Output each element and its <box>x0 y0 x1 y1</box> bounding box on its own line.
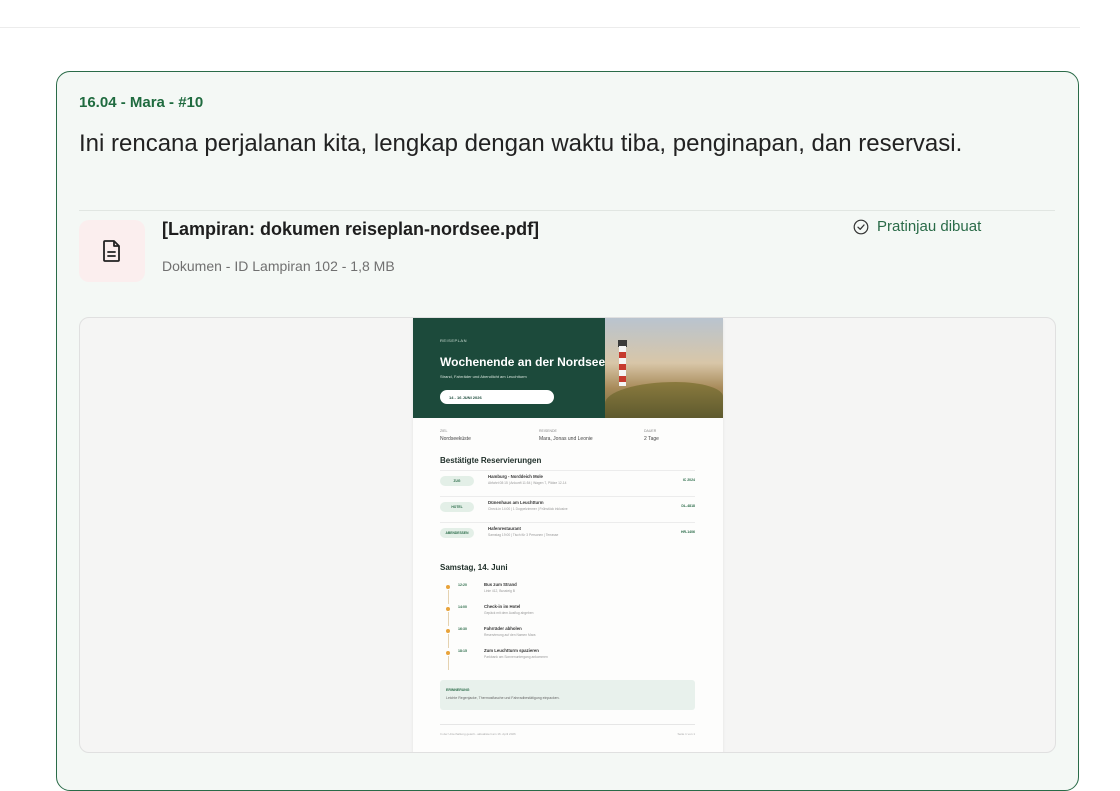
reservation-badge: ABENDESSEN <box>440 528 474 538</box>
doc-footer-divider <box>440 724 695 725</box>
document-preview[interactable]: REISEPLAN Wochenende an der Nordsee Stra… <box>79 317 1056 753</box>
reservation-row: ZUG Hamburg - Norddeich Mole Abfahrt 08:… <box>440 470 695 491</box>
timeline-line <box>447 612 449 626</box>
lighthouse-photo <box>605 318 723 418</box>
message-text: Ini rencana perjalanan kita, lengkap den… <box>79 130 963 157</box>
message-card[interactable]: 16.04 - Mara - #10 Ini rencana perjalana… <box>56 71 1079 791</box>
timeline-detail: Parkbank am Sonnenuntergang ankommen <box>484 655 548 659</box>
message-divider <box>79 210 1055 211</box>
timeline-title: Check-in im Hotel <box>484 604 521 609</box>
reservations-heading: Bestätigte Reservierungen <box>440 456 542 465</box>
attachment-subtitle: Dokumen - ID Lampiran 102 - 1,8 MB <box>162 258 395 274</box>
doc-footer-left: In der Unterhaltung geteilt - aktualisie… <box>440 732 516 736</box>
fact-label: ZIEL <box>440 429 448 433</box>
doc-title: Wochenende an der Nordsee <box>440 355 606 369</box>
timeline-item: 18:15 Zum Leuchtturm spazieren Parkbank … <box>440 648 695 670</box>
doc-footer-page: Seite 1 von 1 <box>677 732 695 736</box>
document-icon[interactable] <box>79 220 145 282</box>
doc-tag: REISEPLAN <box>440 338 467 343</box>
timeline-detail: Linie 412, Bussteig B <box>484 589 515 593</box>
fact-value: Nordseeküste <box>440 436 471 442</box>
reservation-code: HR-1406 <box>680 530 695 534</box>
timeline-dot <box>446 585 450 589</box>
reservation-detail: Check-in 14:00 | 1 Doppelzimmer | Frühst… <box>488 507 568 511</box>
timeline-title: Fahrräder abholen <box>484 626 522 631</box>
timeline-time: 16:30 <box>458 627 467 631</box>
timeline-line <box>447 590 449 604</box>
reservation-badge: HOTEL <box>440 502 474 512</box>
timeline-line <box>447 634 449 648</box>
doc-date-pill: 14 - 16 JUNI 2026 <box>440 390 554 404</box>
timeline-item: 14:00 Check-in im Hotel Gepäck mit dem A… <box>440 604 695 626</box>
timeline-dot <box>446 651 450 655</box>
timeline-time: 14:00 <box>458 605 467 609</box>
reservation-row: ABENDESSEN Hafenrestaurant Samstag 19:00… <box>440 522 695 543</box>
reminder-title: ERINNERUNG <box>446 688 470 692</box>
reminder-box: ERINNERUNG Leichte Regenjacke, Thermosfl… <box>440 680 695 710</box>
reservation-detail: Samstag 19:00 | Tisch für 3 Personen | T… <box>488 533 559 537</box>
timeline-time: 12:20 <box>458 583 467 587</box>
reservation-row: HOTEL Dünenhaus am Leuchtturm Check-in 1… <box>440 496 695 517</box>
lighthouse-tower <box>619 346 626 386</box>
timeline-line <box>447 656 449 670</box>
timeline-detail: Gepäck mit dem Ausflug abgeben <box>484 611 534 615</box>
dune-grass <box>605 382 723 418</box>
timeline-dot <box>446 629 450 633</box>
reminder-text: Leichte Regenjacke, Thermosflasche und F… <box>446 696 560 700</box>
timeline-item: 16:30 Fahrräder abholen Reservierung auf… <box>440 626 695 648</box>
timeline-title: Bus zum Strand <box>484 582 517 587</box>
document-file-icon <box>103 240 120 262</box>
message-meta: 16.04 - Mara - #10 <box>79 94 204 111</box>
timeline-dot <box>446 607 450 611</box>
doc-subtitle: Strand, Fahrräder und Abendlicht am Leuc… <box>440 374 527 379</box>
timeline-title: Zum Leuchtturm spazieren <box>484 648 539 653</box>
preview-status: Pratinjau dibuat <box>853 218 981 235</box>
reservation-badge: ZUG <box>440 476 474 486</box>
reservation-code: DL-4818 <box>681 504 695 508</box>
reservation-title: Hafenrestaurant <box>488 526 521 531</box>
timeline-detail: Reservierung auf den Namen Mara <box>484 633 536 637</box>
fact-value: Mara, Jonas und Leonie <box>539 436 593 442</box>
timeline-time: 18:15 <box>458 649 467 653</box>
reservation-title: Dünenhaus am Leuchtturm <box>488 500 544 505</box>
attachment-title[interactable]: [Lampiran: dokumen reiseplan-nordsee.pdf… <box>162 219 539 240</box>
preview-status-label: Pratinjau dibuat <box>877 218 982 235</box>
fact-label: DAUER <box>644 429 657 433</box>
reservation-title: Hamburg - Norddeich Mole <box>488 474 543 479</box>
fact-label: REISENDE <box>539 429 557 433</box>
reservation-detail: Abfahrt 08:15 | Ankunft 11:54 | Wagen 7,… <box>488 481 567 485</box>
top-divider <box>0 27 1080 28</box>
reservation-code: IC 2024 <box>682 478 695 482</box>
day-heading: Samstag, 14. Juni <box>440 563 508 572</box>
fact-value: 2 Tage <box>644 436 659 442</box>
timeline-item: 12:20 Bus zum Strand Linie 412, Bussteig… <box>440 582 695 604</box>
document-page: REISEPLAN Wochenende an der Nordsee Stra… <box>413 318 723 752</box>
check-circle-icon <box>853 219 869 234</box>
